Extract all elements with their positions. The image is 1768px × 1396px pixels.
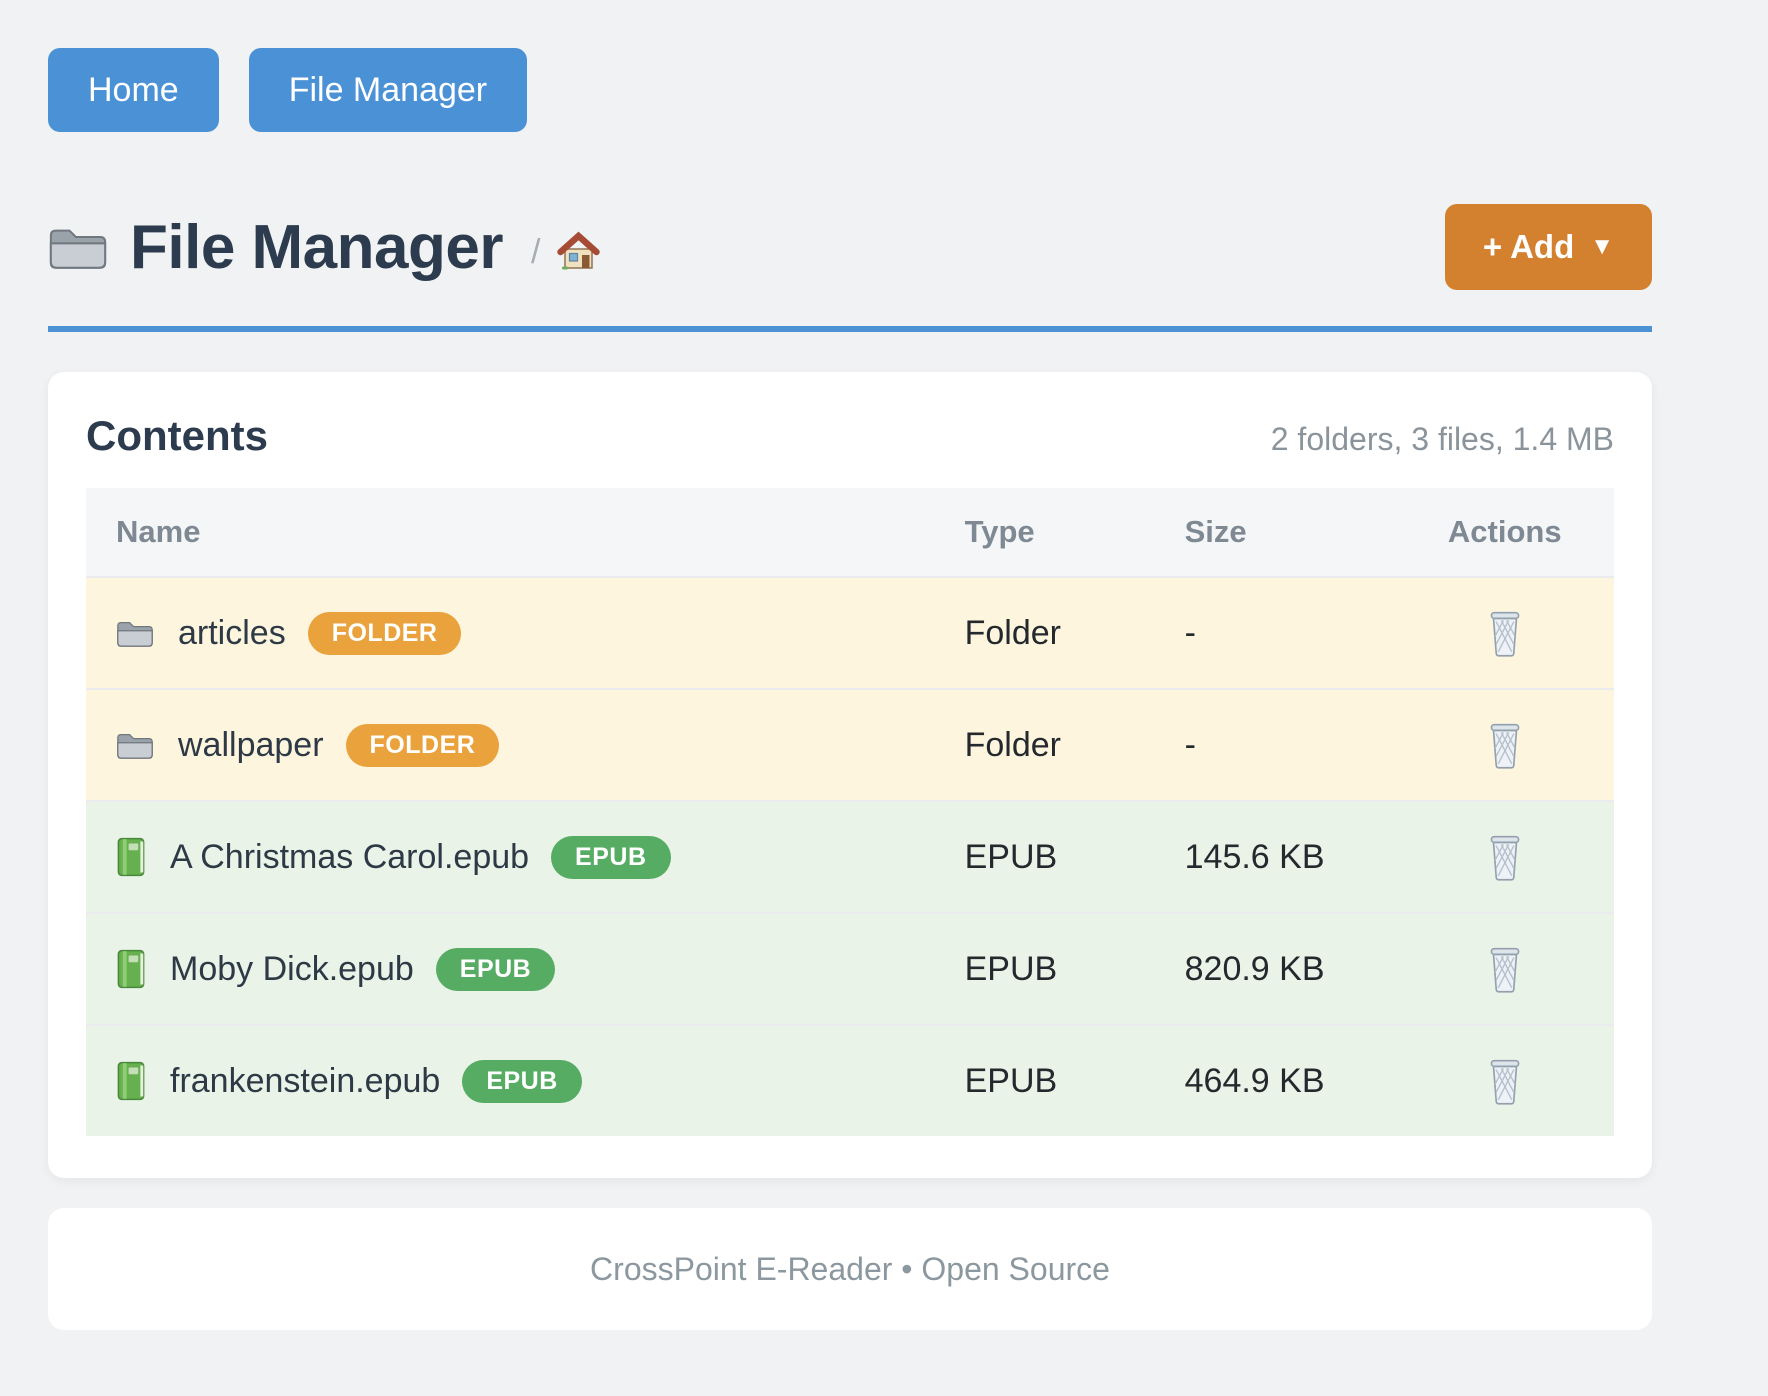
file-name: Moby Dick.epub xyxy=(170,950,414,989)
delete-button[interactable] xyxy=(1482,1053,1528,1109)
delete-button[interactable] xyxy=(1482,829,1528,885)
file-type: EPUB xyxy=(965,838,1185,877)
file-type: EPUB xyxy=(965,1062,1185,1101)
trash-icon xyxy=(1486,833,1524,881)
file-size: - xyxy=(1185,726,1396,765)
file-name: frankenstein.epub xyxy=(170,1062,440,1101)
table-row[interactable]: wallpaper FOLDER Folder - xyxy=(86,688,1614,800)
delete-button[interactable] xyxy=(1482,605,1528,661)
nav-file-manager-button[interactable]: File Manager xyxy=(249,48,527,132)
delete-button[interactable] xyxy=(1482,941,1528,997)
green-book-icon xyxy=(116,947,146,991)
green-book-icon xyxy=(116,835,146,879)
top-nav: Home File Manager xyxy=(48,48,1652,132)
column-header-size: Size xyxy=(1185,514,1396,550)
trash-icon xyxy=(1486,1057,1524,1105)
file-type-badge: EPUB xyxy=(551,836,670,879)
contents-card-header: Contents 2 folders, 3 files, 1.4 MB xyxy=(86,412,1614,460)
footer-text: CrossPoint E-Reader • Open Source xyxy=(590,1251,1110,1288)
page-header: File Manager / + Add ▼ xyxy=(48,204,1652,290)
file-type-badge: EPUB xyxy=(462,1060,581,1103)
page-container: Home File Manager File Manager / + Add ▼… xyxy=(48,0,1652,1396)
breadcrumb-separator: / xyxy=(531,233,540,272)
trash-icon xyxy=(1486,945,1524,993)
trash-icon xyxy=(1486,721,1524,769)
file-size: - xyxy=(1185,614,1396,653)
footer-card: CrossPoint E-Reader • Open Source xyxy=(48,1208,1652,1330)
column-header-actions: Actions xyxy=(1395,514,1614,550)
file-name: A Christmas Carol.epub xyxy=(170,838,529,877)
contents-summary: 2 folders, 3 files, 1.4 MB xyxy=(1271,421,1614,458)
table-header-row: Name Type Size Actions xyxy=(86,488,1614,576)
table-row[interactable]: articles FOLDER Folder - xyxy=(86,576,1614,688)
file-type-badge: FOLDER xyxy=(308,612,462,655)
nav-home-button[interactable]: Home xyxy=(48,48,219,132)
home-icon[interactable] xyxy=(556,229,600,273)
file-size: 820.9 KB xyxy=(1185,950,1396,989)
file-name: articles xyxy=(178,614,286,653)
table-row[interactable]: A Christmas Carol.epub EPUB EPUB 145.6 K… xyxy=(86,800,1614,912)
folder-icon xyxy=(48,221,108,273)
page-title: File Manager xyxy=(130,212,503,283)
folder-icon xyxy=(116,616,154,650)
contents-title: Contents xyxy=(86,412,268,460)
column-header-type: Type xyxy=(965,514,1185,550)
table-row[interactable]: frankenstein.epub EPUB EPUB 464.9 KB xyxy=(86,1024,1614,1136)
file-type: Folder xyxy=(965,614,1185,653)
file-type-badge: FOLDER xyxy=(346,724,500,767)
column-header-name: Name xyxy=(86,514,965,550)
trash-icon xyxy=(1486,609,1524,657)
file-name: wallpaper xyxy=(178,726,324,765)
file-size: 145.6 KB xyxy=(1185,838,1396,877)
chevron-down-icon: ▼ xyxy=(1590,233,1614,261)
file-size: 464.9 KB xyxy=(1185,1062,1396,1101)
file-type: EPUB xyxy=(965,950,1185,989)
file-table-body: articles FOLDER Folder - wallpaper FOLDE… xyxy=(86,576,1614,1136)
file-table: Name Type Size Actions articles FOLDER F… xyxy=(86,488,1614,1136)
contents-card: Contents 2 folders, 3 files, 1.4 MB Name… xyxy=(48,372,1652,1178)
add-button-label: + Add xyxy=(1483,228,1574,266)
header-divider xyxy=(48,326,1652,332)
green-book-icon xyxy=(116,1059,146,1103)
table-row[interactable]: Moby Dick.epub EPUB EPUB 820.9 KB xyxy=(86,912,1614,1024)
delete-button[interactable] xyxy=(1482,717,1528,773)
add-button[interactable]: + Add ▼ xyxy=(1445,204,1652,290)
file-type-badge: EPUB xyxy=(436,948,555,991)
folder-icon xyxy=(116,728,154,762)
file-type: Folder xyxy=(965,726,1185,765)
